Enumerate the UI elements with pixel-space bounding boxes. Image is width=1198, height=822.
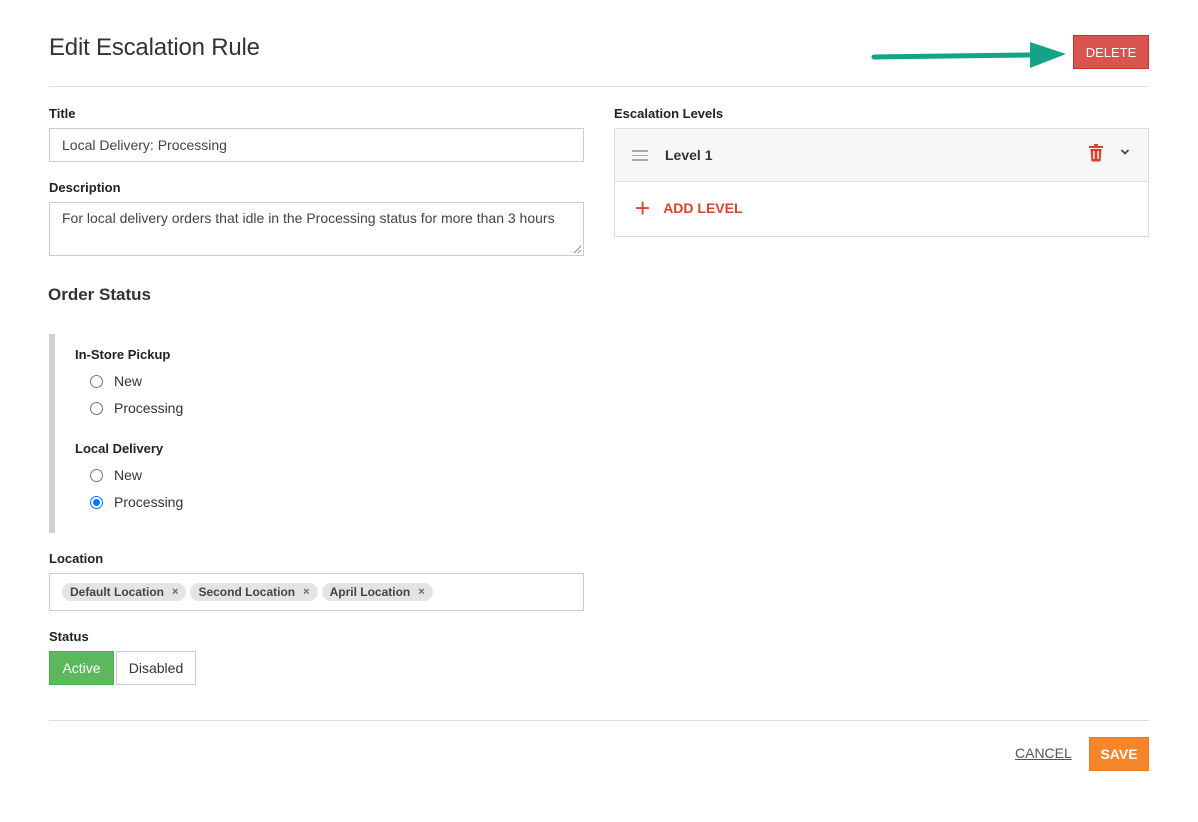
status-active-button[interactable]: Active (49, 651, 114, 685)
order-status-group-bar (49, 334, 55, 533)
tag-label: April Location (329, 585, 411, 599)
radio-label: New (114, 373, 143, 389)
description-label: Description (49, 180, 121, 195)
radio-button[interactable] (90, 374, 103, 388)
trash-icon[interactable] (1089, 144, 1103, 162)
level-row[interactable]: Level 1 (615, 129, 1148, 182)
level-name: Level 1 (665, 147, 713, 163)
order-status-heading: Order Status (48, 285, 151, 304)
description-textarea[interactable]: For local delivery orders that idle in t… (49, 202, 584, 256)
status-disabled-button[interactable]: Disabled (116, 651, 196, 685)
save-button[interactable]: SAVE (1089, 737, 1149, 771)
radio-button[interactable] (90, 401, 103, 415)
add-level-button[interactable]: + ADD LEVEL (635, 193, 743, 223)
radio-label: Processing (114, 494, 184, 510)
location-tag: April Location × (321, 583, 433, 601)
title-input-value: Local Delivery: Processing (62, 137, 227, 153)
group-label-local-delivery: Local Delivery (75, 441, 164, 456)
tag-label: Second Location (198, 585, 296, 599)
tag-label: Default Location (70, 585, 165, 599)
radio-in-store-new[interactable]: New (90, 373, 142, 389)
escalation-levels-label: Escalation Levels (614, 106, 724, 121)
remove-tag-icon[interactable]: × (172, 586, 178, 598)
page-title: Edit Escalation Rule (49, 34, 260, 61)
status-toggle: Active Disabled (49, 651, 196, 685)
resize-grip-icon[interactable] (573, 245, 582, 254)
radio-label: Processing (114, 400, 184, 416)
radio-button[interactable] (90, 468, 103, 482)
radio-local-delivery-processing[interactable]: Processing (90, 494, 183, 510)
drag-handle-icon[interactable] (632, 150, 648, 164)
radio-button-checked[interactable] (90, 495, 103, 509)
remove-tag-icon[interactable]: × (418, 586, 424, 598)
divider (49, 86, 1149, 87)
add-level-label: ADD LEVEL (663, 200, 743, 216)
divider (49, 720, 1149, 721)
remove-tag-icon[interactable]: × (303, 586, 309, 598)
radio-in-store-processing[interactable]: Processing (90, 400, 183, 416)
delete-button[interactable]: DELETE (1073, 35, 1149, 69)
location-tag: Default Location × (62, 583, 187, 601)
radio-label: New (114, 467, 143, 483)
chevron-down-icon[interactable] (1120, 148, 1130, 156)
escalation-levels-panel: Level 1 + ADD LEVEL (614, 128, 1149, 237)
plus-icon: + (635, 193, 651, 223)
title-input[interactable]: Local Delivery: Processing (49, 128, 584, 162)
title-label: Title (49, 106, 76, 121)
group-label-in-store-pickup: In-Store Pickup (75, 347, 171, 362)
description-value: For local delivery orders that idle in t… (62, 210, 555, 226)
status-label: Status (49, 629, 89, 644)
arrow-right-icon (871, 42, 1066, 68)
cancel-link[interactable]: CANCEL (1015, 745, 1072, 761)
location-tag-input[interactable]: Default Location × Second Location × Apr… (49, 573, 584, 611)
location-label: Location (49, 551, 104, 566)
location-tag: Second Location × (190, 583, 318, 601)
radio-local-delivery-new[interactable]: New (90, 467, 142, 483)
